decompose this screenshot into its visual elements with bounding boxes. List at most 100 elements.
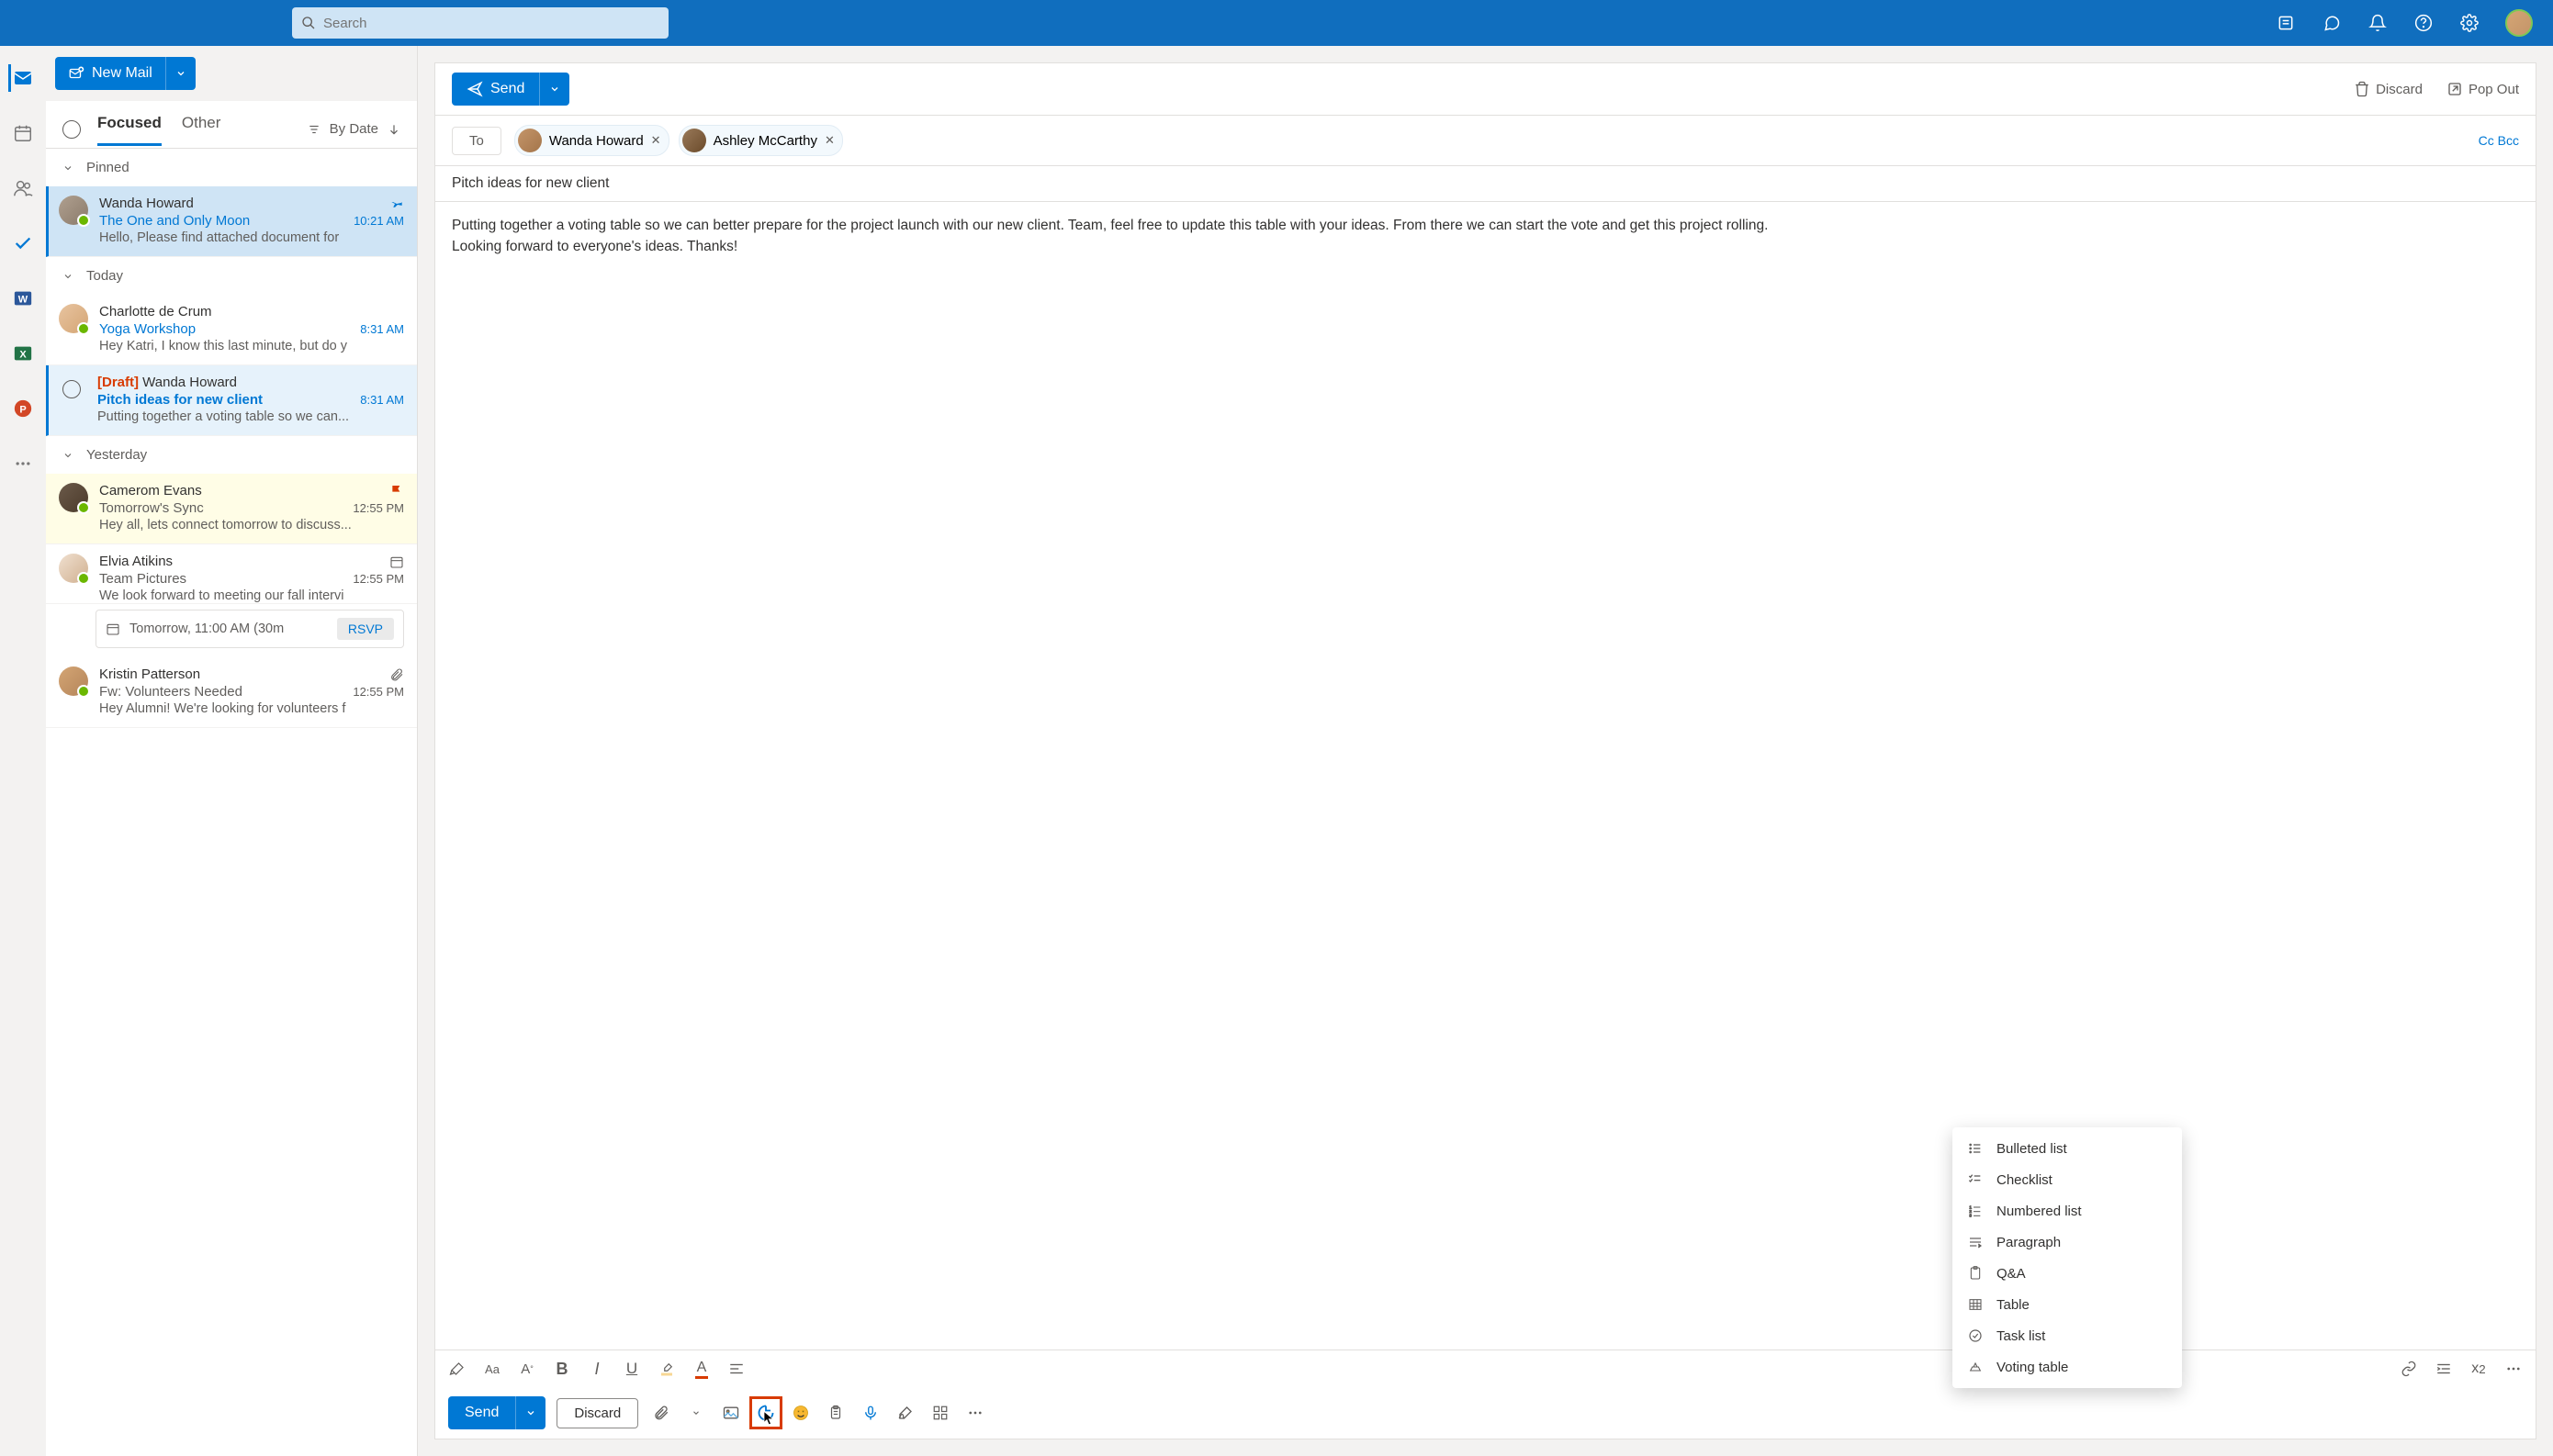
underline-icon[interactable]: U bbox=[621, 1358, 643, 1380]
bell-icon[interactable] bbox=[2367, 13, 2388, 33]
rail-calendar[interactable] bbox=[8, 119, 36, 147]
recipient-chip[interactable]: Wanda Howard ✕ bbox=[514, 125, 669, 156]
attach-icon[interactable] bbox=[649, 1401, 673, 1425]
mail-item[interactable]: Camerom Evans Tomorrow's Sync12:55 PM He… bbox=[46, 474, 417, 544]
meeting-time: Tomorrow, 11:00 AM (30m bbox=[129, 622, 284, 636]
picture-icon[interactable] bbox=[719, 1401, 743, 1425]
popout-button[interactable]: Pop Out bbox=[2446, 81, 2519, 97]
more-actions-icon[interactable] bbox=[963, 1401, 987, 1425]
font-color-icon[interactable]: A bbox=[691, 1358, 713, 1380]
clipboard-icon[interactable] bbox=[824, 1401, 848, 1425]
loop-component-icon[interactable] bbox=[754, 1401, 778, 1425]
rail-people[interactable] bbox=[8, 174, 36, 202]
voting-table-icon bbox=[1967, 1359, 1984, 1375]
section-today[interactable]: Today bbox=[46, 257, 417, 295]
rail-powerpoint[interactable]: P bbox=[8, 395, 36, 422]
meeting-inline: Tomorrow, 11:00 AM (30m RSVP bbox=[96, 610, 404, 648]
search-icon bbox=[301, 16, 316, 30]
rail-mail[interactable] bbox=[8, 64, 36, 92]
send-button-bottom[interactable]: Send bbox=[448, 1396, 515, 1429]
emoji-icon[interactable] bbox=[789, 1401, 813, 1425]
align-icon[interactable] bbox=[725, 1358, 748, 1380]
mail-from: Kristin Patterson bbox=[99, 666, 200, 682]
font-size-icon[interactable]: A° bbox=[516, 1358, 538, 1380]
apps-icon[interactable] bbox=[928, 1401, 952, 1425]
new-mail-button[interactable]: New Mail bbox=[55, 57, 165, 90]
discard-button[interactable]: Discard bbox=[2354, 81, 2423, 97]
svg-text:3: 3 bbox=[1969, 1214, 1972, 1218]
table-icon bbox=[1967, 1296, 1984, 1313]
tab-focused[interactable]: Focused bbox=[97, 112, 162, 146]
pin-icon[interactable] bbox=[389, 196, 404, 211]
sender-avatar bbox=[59, 666, 88, 696]
checklist-icon bbox=[1967, 1171, 1984, 1188]
dictate-icon[interactable] bbox=[859, 1401, 883, 1425]
menu-paragraph[interactable]: Paragraph bbox=[1952, 1226, 2182, 1258]
link-icon[interactable] bbox=[2398, 1358, 2420, 1380]
mail-from: Camerom Evans bbox=[99, 483, 202, 498]
search-input[interactable] bbox=[323, 16, 659, 31]
section-yesterday[interactable]: Yesterday bbox=[46, 436, 417, 474]
menu-table[interactable]: Table bbox=[1952, 1289, 2182, 1320]
menu-voting-table[interactable]: Voting table bbox=[1952, 1351, 2182, 1383]
menu-checklist[interactable]: Checklist bbox=[1952, 1164, 2182, 1195]
send-dropdown[interactable] bbox=[539, 73, 569, 106]
rail-more[interactable] bbox=[8, 450, 36, 477]
font-icon[interactable]: Aa bbox=[481, 1358, 503, 1380]
mail-time: 8:31 AM bbox=[360, 322, 404, 336]
help-icon[interactable] bbox=[2413, 13, 2434, 33]
bold-icon[interactable]: B bbox=[551, 1358, 573, 1380]
mail-item[interactable]: Kristin Patterson Fw: Volunteers Needed1… bbox=[46, 657, 417, 728]
rail-todo[interactable] bbox=[8, 230, 36, 257]
mail-subject: Pitch ideas for new client bbox=[97, 392, 263, 408]
remove-recipient-icon[interactable]: ✕ bbox=[651, 133, 661, 148]
cc-bcc-toggle[interactable]: Cc Bcc bbox=[2479, 133, 2519, 148]
numbered-list-icon: 123 bbox=[1967, 1203, 1984, 1219]
format-painter-icon[interactable] bbox=[446, 1358, 468, 1380]
search-box[interactable] bbox=[292, 7, 669, 39]
remove-recipient-icon[interactable]: ✕ bbox=[825, 133, 835, 148]
tab-other[interactable]: Other bbox=[182, 112, 221, 146]
discard-button-bottom[interactable]: Discard bbox=[557, 1398, 638, 1428]
mail-time: 10:21 AM bbox=[354, 214, 404, 228]
subject-input[interactable] bbox=[452, 175, 2519, 192]
mail-item[interactable]: Elvia Atikins Team Pictures12:55 PM We l… bbox=[46, 544, 417, 604]
send-dropdown-bottom[interactable] bbox=[515, 1396, 545, 1429]
ribbon-icon[interactable] bbox=[2276, 13, 2296, 33]
highlight-icon[interactable] bbox=[656, 1358, 678, 1380]
menu-task-list[interactable]: Task list bbox=[1952, 1320, 2182, 1351]
attach-dropdown-icon[interactable] bbox=[684, 1401, 708, 1425]
rail-excel[interactable]: X bbox=[8, 340, 36, 367]
rail-word[interactable]: W bbox=[8, 285, 36, 312]
to-button[interactable]: To bbox=[452, 127, 501, 155]
superscript-icon[interactable]: x2 bbox=[2468, 1358, 2490, 1380]
signature-icon[interactable] bbox=[894, 1401, 917, 1425]
select-all-toggle[interactable] bbox=[62, 120, 81, 139]
sender-avatar bbox=[59, 196, 88, 225]
select-circle[interactable] bbox=[62, 380, 81, 398]
mail-item-draft[interactable]: [Draft] Wanda Howard Pitch ideas for new… bbox=[46, 365, 417, 436]
flag-icon[interactable] bbox=[389, 484, 404, 498]
gear-icon[interactable] bbox=[2459, 13, 2480, 33]
mail-preview: Hey Alumni! We're looking for volunteers… bbox=[99, 701, 404, 716]
menu-qa[interactable]: Q&A bbox=[1952, 1258, 2182, 1289]
mail-subject: Tomorrow's Sync bbox=[99, 500, 204, 516]
menu-numbered-list[interactable]: 123Numbered list bbox=[1952, 1195, 2182, 1226]
indent-icon[interactable] bbox=[2433, 1358, 2455, 1380]
section-pinned[interactable]: Pinned bbox=[46, 149, 417, 186]
chat-icon[interactable] bbox=[2322, 13, 2342, 33]
send-button[interactable]: Send bbox=[452, 73, 539, 106]
mail-item[interactable]: Charlotte de Crum Yoga Workshop8:31 AM H… bbox=[46, 295, 417, 365]
menu-bulleted-list[interactable]: Bulleted list bbox=[1952, 1133, 2182, 1164]
rsvp-button[interactable]: RSVP bbox=[337, 618, 394, 640]
mail-preview: Hey Katri, I know this last minute, but … bbox=[99, 339, 404, 353]
more-format-icon[interactable] bbox=[2502, 1358, 2525, 1380]
user-avatar[interactable] bbox=[2505, 9, 2533, 37]
compose-body[interactable]: Putting together a voting table so we ca… bbox=[435, 202, 2536, 1350]
recipient-chip[interactable]: Ashley McCarthy ✕ bbox=[679, 125, 843, 156]
new-mail-dropdown[interactable] bbox=[165, 57, 196, 90]
svg-text:W: W bbox=[18, 295, 28, 306]
mail-item[interactable]: Wanda Howard The One and Only Moon10:21 … bbox=[46, 186, 417, 257]
sort-dropdown[interactable]: By Date bbox=[308, 121, 400, 137]
italic-icon[interactable]: I bbox=[586, 1358, 608, 1380]
